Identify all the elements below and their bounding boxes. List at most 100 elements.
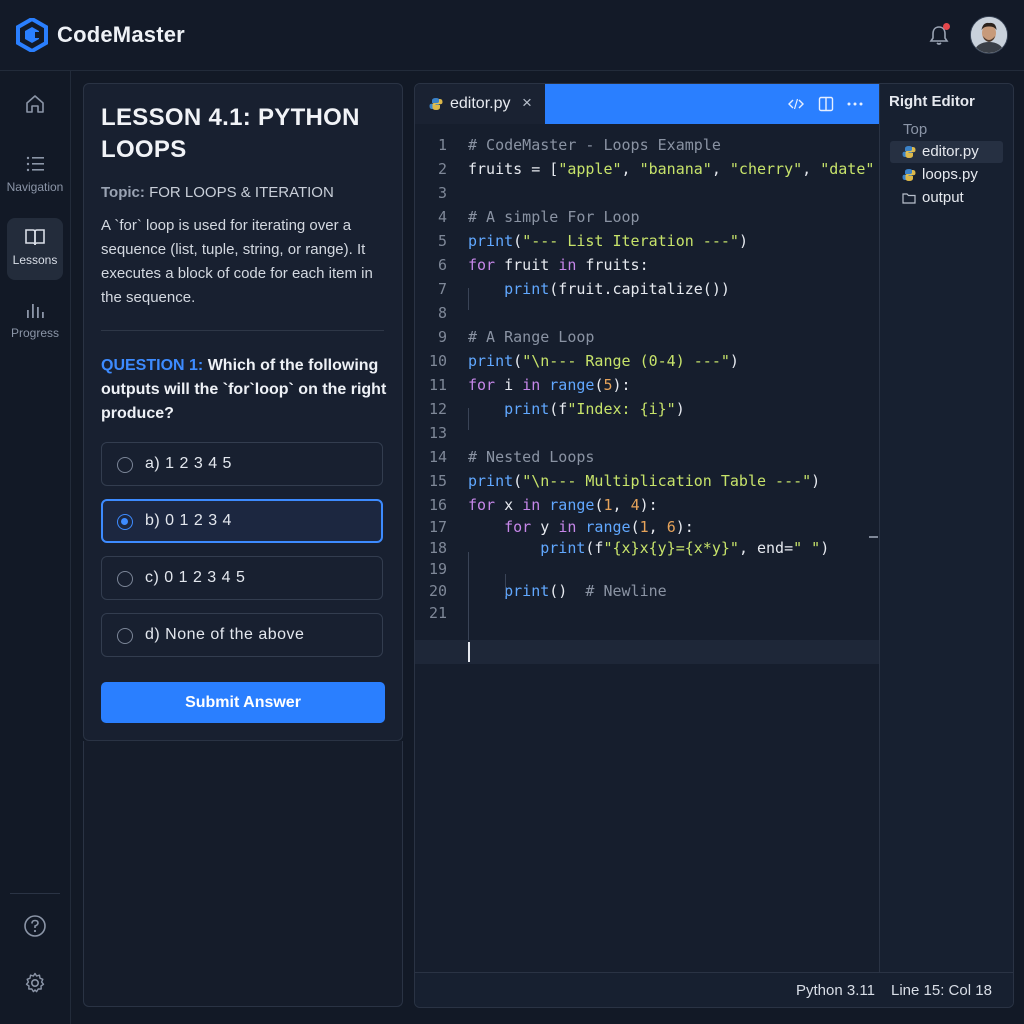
line-code: # CodeMaster - Loops Example [468,134,721,156]
code-area[interactable]: 1 # CodeMaster - Loops Example 2 fruits = [… [415,124,879,972]
rail-label-progress: Progress [10,326,60,340]
code-token: "\n--- Range (0-4) ---" [522,352,730,370]
more-icon[interactable] [847,102,863,106]
book-icon [25,229,45,246]
radio-button-selected[interactable] [117,514,133,530]
line-code: print(fruit.capitalize()) [468,278,730,300]
code-line[interactable]: 15 print("\n--- Multiplication Table ---"… [415,470,879,492]
code-line[interactable]: 1 # CodeMaster - Loops Example [415,134,879,156]
radio-button[interactable] [117,457,133,473]
help-icon [24,915,46,937]
line-code: print(f"Index: {i}") [468,398,685,420]
code-line[interactable]: 13 [415,422,879,444]
code-line[interactable]: 6 for fruit in fruits: [415,254,879,276]
cursor-position[interactable]: Line 15: Col 18 [891,982,992,999]
left-rail: Navigation Lessons Progress [0,71,71,1024]
user-avatar-icon [971,17,1007,53]
code-token: # A simple For Loop [468,208,640,226]
code-line[interactable]: 8 [415,302,879,324]
code-token: , end= [738,539,794,557]
scroll-marker[interactable] [869,536,878,538]
text-cursor [468,642,470,662]
line-code: print("\n--- Multiplication Table ---") [468,470,820,492]
code-line[interactable]: 14 # Nested Loops [415,446,879,468]
code-line[interactable]: 20 print() # Newline [415,580,879,602]
code-line[interactable]: 2 fruits = ["apple", "banana", "cherry", … [415,158,879,180]
code-token: () [549,582,586,600]
bar-chart-icon [27,304,44,318]
line-code: for y in range(1, 6): [468,516,694,538]
code-token: i [495,376,523,394]
option-label: d) None of the above [145,626,305,643]
code-line[interactable]: 18 print(f"{x}x{y}={x*y}", end=" ") [415,537,879,559]
code-line[interactable]: 17 for y in range(1, 6): [415,516,879,538]
close-icon[interactable]: × [522,93,532,113]
code-line[interactable]: 19 [415,558,879,580]
indent-guide [468,552,469,640]
code-icon[interactable] [788,97,804,111]
file-label: loops.py [922,166,978,183]
code-token: in [558,256,577,274]
code-token: print [540,539,586,557]
code-token: ): [675,518,694,536]
answer-option-b[interactable]: b) 0 1 2 3 4 [101,499,383,543]
language-indicator[interactable]: Python 3.11 [796,982,875,999]
answer-option-a[interactable]: a) 1 2 3 4 5 [101,442,383,486]
submit-answer-button[interactable]: Submit Answer [101,682,385,723]
answer-option-c[interactable]: c) 0 1 2 3 4 5 [101,556,383,600]
code-line[interactable]: 9 # A Range Loop [415,326,879,348]
code-line[interactable]: 12 print(f"Index: {i}") [415,398,879,420]
avatar[interactable] [970,16,1008,54]
brand-name: CodeMaster [57,22,185,47]
topic-label: Topic: [101,184,145,201]
radio-button[interactable] [117,628,133,644]
rail-item-settings[interactable] [0,971,70,1000]
answer-option-d[interactable]: d) None of the above [101,613,383,657]
code-line[interactable]: 10 print("\n--- Range (0-4) ---") [415,350,879,372]
code-line[interactable]: 3 [415,182,879,204]
rail-item-progress[interactable]: Progress [0,299,70,340]
line-number: 4 [437,208,447,226]
rail-item-navigation[interactable]: Navigation [0,153,70,194]
code-token: "date" [820,160,875,178]
file-item-loops-py[interactable]: loops.py [890,164,1003,186]
code-token: 5 [603,376,613,394]
python-file-icon [902,146,916,158]
code-token: 1 [603,496,613,514]
code-token: ( [513,472,523,490]
option-label: c) 0 1 2 3 4 5 [145,569,246,586]
divider [101,330,384,331]
file-explorer: Right Editor Top editor.py loops.py outp… [879,84,1013,972]
line-number: 5 [437,232,447,250]
explorer-top-item[interactable]: Top [903,121,927,138]
code-line[interactable]: 21 [415,602,879,624]
code-line[interactable]: 16 for x in range(1, 4): [415,494,879,516]
line-number: 20 [428,582,447,600]
code-token: print [504,400,550,418]
file-item-editor-py[interactable]: editor.py [890,141,1003,163]
tab-label: editor.py [450,95,511,112]
rail-item-help[interactable] [0,914,70,943]
code-token: ) [738,232,748,250]
code-token: range [549,496,595,514]
line-code: for i in range(5): [468,374,631,396]
split-view-icon[interactable] [818,96,834,112]
line-number: 21 [428,604,447,622]
tab-editor-py[interactable]: editor.py × [415,84,545,124]
code-token: range [549,376,595,394]
code-line[interactable]: 4 # A simple For Loop [415,206,879,228]
indent-guide [468,288,469,310]
code-line[interactable]: 11 for i in range(5): [415,374,879,396]
code-token: "apple" [558,160,622,178]
rail-item-lessons[interactable]: Lessons [7,218,63,280]
rail-item-home[interactable] [0,93,70,120]
radio-button[interactable] [117,571,133,587]
code-token: for [504,518,532,536]
code-line[interactable]: 5 print("--- List Iteration ---") [415,230,879,252]
code-token: 6 [666,518,676,536]
folder-item-output[interactable]: output [890,187,1003,209]
code-line[interactable]: 7 print(fruit.capitalize()) [415,278,879,300]
